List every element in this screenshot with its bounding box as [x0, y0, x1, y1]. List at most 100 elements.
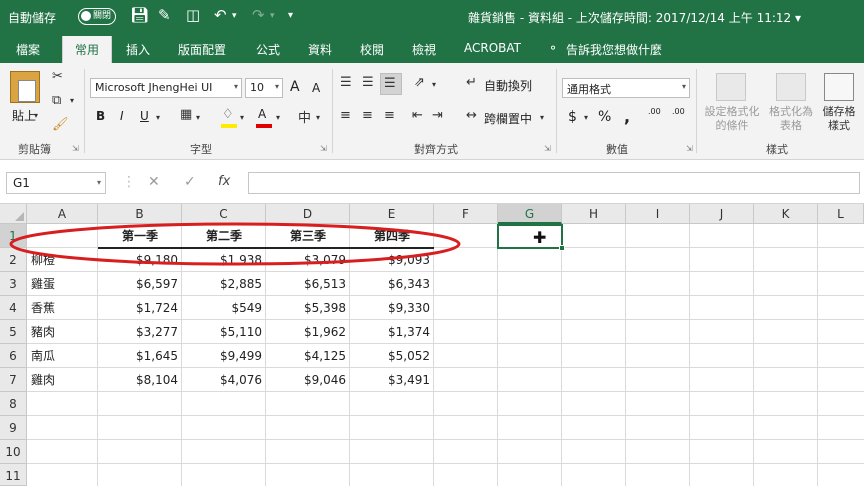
copy-dropdown-icon[interactable]: ▾: [70, 96, 74, 105]
merge-dropdown-icon[interactable]: ▾: [540, 113, 544, 122]
comma-style-button[interactable]: ,: [624, 107, 630, 126]
conditional-format-button[interactable]: 設定格式化 的條件: [700, 105, 764, 133]
format-as-table-button[interactable]: 格式化為 表格: [764, 105, 818, 133]
wrap-text-button[interactable]: 自動換列: [484, 77, 532, 94]
tab-data[interactable]: 資料: [308, 41, 332, 58]
currency-dropdown-icon[interactable]: ▾: [584, 113, 588, 122]
alignment-launcher-icon[interactable]: ⇲: [544, 144, 551, 153]
align-center-icon[interactable]: ≡: [362, 108, 373, 123]
underline-dropdown-icon[interactable]: ▾: [156, 113, 160, 122]
cell-d7[interactable]: $9,046: [266, 368, 350, 392]
row-header-5[interactable]: 5: [0, 320, 27, 344]
italic-button[interactable]: I: [120, 109, 124, 123]
phonetic-dropdown-icon[interactable]: ▾: [316, 113, 320, 122]
align-left-icon[interactable]: ≡: [340, 108, 351, 123]
decrease-decimal-button[interactable]: .00: [672, 107, 685, 116]
row-header-7[interactable]: 7: [0, 368, 27, 392]
borders-dropdown-icon[interactable]: ▾: [196, 113, 200, 122]
decrease-indent-icon[interactable]: ⇤: [412, 108, 423, 123]
cell-a4[interactable]: 香蕉: [27, 296, 98, 320]
paste-icon[interactable]: [10, 71, 40, 103]
row-header-4[interactable]: 4: [0, 296, 27, 320]
row-header-9[interactable]: 9: [0, 416, 27, 440]
cell-e5[interactable]: $1,374: [350, 320, 434, 344]
cell-b5[interactable]: $3,277: [98, 320, 182, 344]
tab-acrobat[interactable]: ACROBAT: [464, 41, 521, 55]
font-color-icon[interactable]: A: [258, 107, 266, 121]
tab-file[interactable]: 檔案: [16, 41, 40, 58]
row-header-11[interactable]: 11: [0, 464, 27, 486]
font-name-combo[interactable]: Microsoft JhengHei UI ▾: [90, 78, 242, 98]
align-bottom-button[interactable]: ☰: [380, 73, 402, 95]
bold-button[interactable]: B: [96, 109, 105, 123]
cell-c6[interactable]: $9,499: [182, 344, 266, 368]
align-top-icon[interactable]: ☰: [340, 75, 352, 90]
orientation-icon[interactable]: ⇗: [414, 75, 425, 90]
save-icon[interactable]: 💾︎: [130, 6, 149, 24]
shrink-font-button[interactable]: A: [312, 81, 320, 95]
tell-me-search[interactable]: 告訴我您想做什麼: [566, 41, 662, 58]
redo-icon[interactable]: ↷: [252, 6, 265, 24]
print-preview-icon[interactable]: ◫: [186, 6, 200, 24]
cut-icon[interactable]: ✂: [52, 69, 63, 84]
tab-review[interactable]: 校閱: [360, 41, 384, 58]
clipboard-launcher-icon[interactable]: ⇲: [72, 144, 79, 153]
row-header-6[interactable]: 6: [0, 344, 27, 368]
cell-a7[interactable]: 雞肉: [27, 368, 98, 392]
cell-c5[interactable]: $5,110: [182, 320, 266, 344]
cell-b7[interactable]: $8,104: [98, 368, 182, 392]
font-color-dropdown-icon[interactable]: ▾: [276, 113, 280, 122]
grow-font-button[interactable]: A: [290, 79, 300, 95]
font-launcher-icon[interactable]: ⇲: [320, 144, 327, 153]
align-middle-icon[interactable]: ☰: [362, 75, 374, 90]
font-size-combo[interactable]: 10 ▾: [245, 78, 283, 98]
customize-qat-icon[interactable]: ▾: [288, 10, 293, 21]
tab-view[interactable]: 檢視: [412, 41, 436, 58]
tab-home[interactable]: 常用: [62, 36, 113, 63]
orientation-dropdown-icon[interactable]: ▾: [432, 80, 436, 89]
tab-page-layout[interactable]: 版面配置: [178, 41, 226, 58]
cell-styles-button[interactable]: 儲存格 樣式: [816, 105, 862, 133]
save-as-icon[interactable]: ✎: [158, 6, 171, 24]
cell-b4[interactable]: $1,724: [98, 296, 182, 320]
fill-dropdown-icon[interactable]: ▾: [240, 113, 244, 122]
autosave-toggle[interactable]: 關閉: [78, 8, 116, 25]
paste-button[interactable]: 貼上: [12, 107, 36, 124]
cell-a6[interactable]: 南瓜: [27, 344, 98, 368]
percent-button[interactable]: %: [598, 109, 611, 125]
increase-decimal-button[interactable]: .00: [648, 107, 661, 116]
row-header-8[interactable]: 8: [0, 392, 27, 416]
number-launcher-icon[interactable]: ⇲: [686, 144, 693, 153]
cell-d6[interactable]: $4,125: [266, 344, 350, 368]
enter-icon[interactable]: ✓: [184, 174, 196, 190]
fill-color-icon[interactable]: ♢: [222, 107, 234, 122]
align-right-icon[interactable]: ≡: [384, 108, 395, 123]
cell-e4[interactable]: $9,330: [350, 296, 434, 320]
tab-formulas[interactable]: 公式: [256, 41, 280, 58]
undo-dropdown-icon[interactable]: ▾: [232, 11, 237, 21]
name-box[interactable]: G1 ▾: [6, 172, 106, 194]
cell-e7[interactable]: $3,491: [350, 368, 434, 392]
phonetic-guide-icon[interactable]: 中: [298, 107, 311, 126]
increase-indent-icon[interactable]: ⇥: [432, 108, 443, 123]
insert-function-icon[interactable]: fx: [218, 174, 230, 189]
cell-d5[interactable]: $1,962: [266, 320, 350, 344]
merge-center-button[interactable]: 跨欄置中: [484, 110, 532, 127]
copy-icon[interactable]: ⧉: [52, 93, 61, 108]
cell-e6[interactable]: $5,052: [350, 344, 434, 368]
cancel-icon[interactable]: ✕: [148, 174, 160, 190]
number-format-combo[interactable]: 通用格式 ▾: [562, 78, 690, 98]
underline-button[interactable]: U: [140, 109, 149, 123]
formula-input[interactable]: [248, 172, 860, 194]
resize-handle-icon[interactable]: ⋮: [122, 174, 136, 190]
cell-d4[interactable]: $5,398: [266, 296, 350, 320]
paste-dropdown-icon[interactable]: ▾: [34, 111, 38, 120]
cell-a5[interactable]: 豬肉: [27, 320, 98, 344]
redo-dropdown-icon[interactable]: ▾: [270, 11, 275, 21]
tab-insert[interactable]: 插入: [126, 41, 150, 58]
currency-button[interactable]: $: [568, 109, 577, 125]
cell-b6[interactable]: $1,645: [98, 344, 182, 368]
row-header-10[interactable]: 10: [0, 440, 27, 464]
cell-c7[interactable]: $4,076: [182, 368, 266, 392]
borders-icon[interactable]: ▦: [180, 107, 192, 122]
